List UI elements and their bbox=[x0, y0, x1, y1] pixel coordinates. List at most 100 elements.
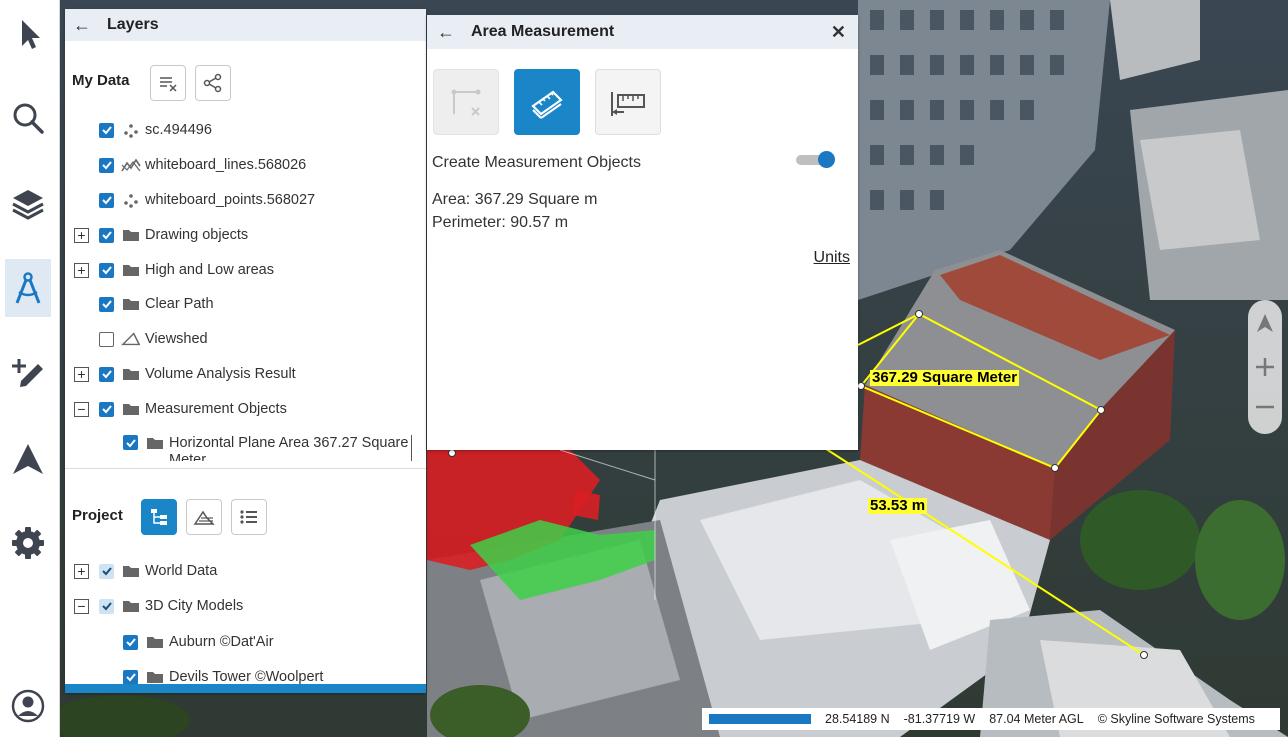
altitude-readout: 87.04 Meter AGL bbox=[989, 712, 1084, 726]
minus-icon bbox=[1256, 405, 1274, 409]
folder-icon bbox=[121, 562, 141, 580]
folder-icon bbox=[121, 226, 141, 244]
my-data-heading: My Data bbox=[72, 72, 130, 89]
back-arrow-icon[interactable]: ← bbox=[431, 22, 461, 43]
layer-row-horizontal-plane-area[interactable]: Horizontal Plane Area 367.27 Square Mete… bbox=[65, 432, 426, 472]
user-avatar-icon bbox=[11, 689, 45, 723]
layer-label: Viewshed bbox=[145, 331, 208, 347]
main-toolbar bbox=[0, 0, 60, 737]
expand-toggle[interactable]: + bbox=[74, 262, 89, 278]
project-row-3d-city-models[interactable]: − 3D City Models bbox=[65, 593, 426, 619]
measurement-panel-header: ← Area Measurement bbox=[427, 15, 858, 49]
folder-icon bbox=[121, 295, 141, 313]
terrain-layer-icon bbox=[193, 510, 215, 525]
zoom-out-button[interactable] bbox=[1250, 392, 1280, 422]
layer-checkbox[interactable] bbox=[99, 563, 114, 579]
layers-tool-button[interactable] bbox=[5, 174, 51, 232]
back-arrow-icon[interactable]: ← bbox=[67, 15, 97, 36]
polyline-measure-button[interactable] bbox=[433, 69, 499, 135]
layer-row-whiteboard-lines[interactable]: whiteboard_lines.568026 bbox=[65, 152, 426, 178]
layer-checkbox[interactable] bbox=[99, 192, 114, 208]
user-account-button[interactable] bbox=[5, 677, 51, 735]
points-icon bbox=[121, 191, 141, 209]
layer-checkbox[interactable] bbox=[123, 669, 138, 685]
measurement-panel-title: Area Measurement bbox=[471, 23, 615, 40]
area-ruler-icon bbox=[531, 90, 563, 119]
project-row-world-data[interactable]: + World Data bbox=[65, 558, 426, 584]
layer-label: Devils Tower ©Woolpert bbox=[169, 669, 324, 685]
list-view-button[interactable] bbox=[231, 499, 267, 535]
tree-view-button[interactable] bbox=[141, 499, 177, 535]
layer-label: whiteboard_lines.568026 bbox=[145, 157, 307, 173]
layer-label: Measurement Objects bbox=[145, 401, 287, 417]
search-tool-button[interactable] bbox=[5, 89, 51, 147]
clear-list-icon bbox=[160, 77, 177, 92]
latitude-readout: 28.54189 N bbox=[825, 712, 890, 726]
folder-icon bbox=[121, 597, 141, 615]
north-arrow-icon bbox=[1257, 314, 1273, 332]
longitude-readout: -81.37719 W bbox=[903, 712, 976, 726]
clear-list-button[interactable] bbox=[150, 65, 186, 101]
search-icon bbox=[13, 103, 44, 134]
terrain-view-button[interactable] bbox=[186, 499, 222, 535]
layer-label: Auburn ©Dat'Air bbox=[169, 634, 274, 650]
collapse-toggle[interactable]: − bbox=[74, 401, 89, 417]
layer-label: Clear Path bbox=[145, 296, 214, 312]
layer-checkbox[interactable] bbox=[123, 634, 138, 650]
layers-panel-title: Layers bbox=[107, 16, 159, 33]
units-link[interactable]: Units bbox=[814, 249, 850, 267]
layer-row-clear-path[interactable]: Clear Path bbox=[65, 291, 426, 317]
create-measurement-toggle[interactable] bbox=[796, 151, 836, 168]
layer-row-drawing-objects[interactable]: + Drawing objects bbox=[65, 222, 426, 248]
layer-row-measurement-objects[interactable]: − Measurement Objects bbox=[65, 396, 426, 422]
folder-icon bbox=[121, 261, 141, 279]
expand-toggle[interactable]: + bbox=[74, 366, 89, 382]
toggle-knob bbox=[818, 151, 835, 168]
project-heading: Project bbox=[72, 507, 123, 524]
layer-checkbox[interactable] bbox=[99, 122, 114, 138]
settings-tool-button[interactable] bbox=[5, 514, 51, 572]
layer-checkbox[interactable] bbox=[99, 331, 114, 347]
share-button[interactable] bbox=[195, 65, 231, 101]
area-result: Area: 367.29 Square m bbox=[432, 191, 598, 208]
layer-checkbox[interactable] bbox=[123, 435, 138, 450]
close-icon[interactable]: ✕ bbox=[831, 22, 846, 43]
zoom-in-button[interactable] bbox=[1250, 352, 1280, 382]
polyline-measure-icon bbox=[451, 89, 481, 116]
layer-label-line-1: Horizontal Plane Area 367.27 Square bbox=[169, 435, 409, 451]
layer-checkbox[interactable] bbox=[99, 401, 114, 417]
compass-icon bbox=[15, 272, 41, 304]
measure-tool-button[interactable] bbox=[5, 259, 51, 317]
horizontal-ruler-icon bbox=[611, 92, 645, 116]
cursor-arrow-icon bbox=[22, 20, 40, 49]
layer-checkbox[interactable] bbox=[99, 262, 114, 278]
layer-checkbox[interactable] bbox=[99, 366, 114, 382]
layer-label: sc.494496 bbox=[145, 122, 212, 138]
collapse-toggle[interactable]: − bbox=[74, 598, 89, 614]
layer-checkbox[interactable] bbox=[99, 296, 114, 312]
select-tool-button[interactable] bbox=[5, 5, 51, 63]
lines-icon bbox=[121, 156, 141, 174]
area-measure-button[interactable] bbox=[514, 69, 580, 135]
list-icon bbox=[240, 510, 257, 524]
draw-tool-button[interactable] bbox=[5, 345, 51, 403]
navigate-tool-button[interactable] bbox=[5, 430, 51, 488]
horizontal-measure-button[interactable] bbox=[595, 69, 661, 135]
expand-toggle[interactable]: + bbox=[74, 563, 89, 579]
layer-row-viewshed[interactable]: Viewshed bbox=[65, 326, 426, 352]
folder-icon bbox=[121, 400, 141, 418]
expand-toggle[interactable]: + bbox=[74, 227, 89, 243]
scale-bar bbox=[709, 714, 811, 724]
layer-label: Horizontal Plane Area 367.27 Square Mete… bbox=[169, 435, 408, 461]
layer-checkbox[interactable] bbox=[99, 157, 114, 173]
project-row-auburn[interactable]: Auburn ©Dat'Air bbox=[65, 629, 426, 655]
layer-row-sc[interactable]: sc.494496 bbox=[65, 117, 426, 143]
layer-row-high-low-areas[interactable]: + High and Low areas bbox=[65, 257, 426, 283]
north-arrow-button[interactable] bbox=[1250, 308, 1280, 338]
layer-row-whiteboard-points[interactable]: whiteboard_points.568027 bbox=[65, 187, 426, 213]
layer-checkbox[interactable] bbox=[99, 227, 114, 243]
share-icon bbox=[203, 73, 222, 93]
layer-checkbox[interactable] bbox=[99, 598, 114, 614]
layer-row-volume-analysis[interactable]: + Volume Analysis Result bbox=[65, 361, 426, 387]
folder-icon bbox=[121, 365, 141, 383]
